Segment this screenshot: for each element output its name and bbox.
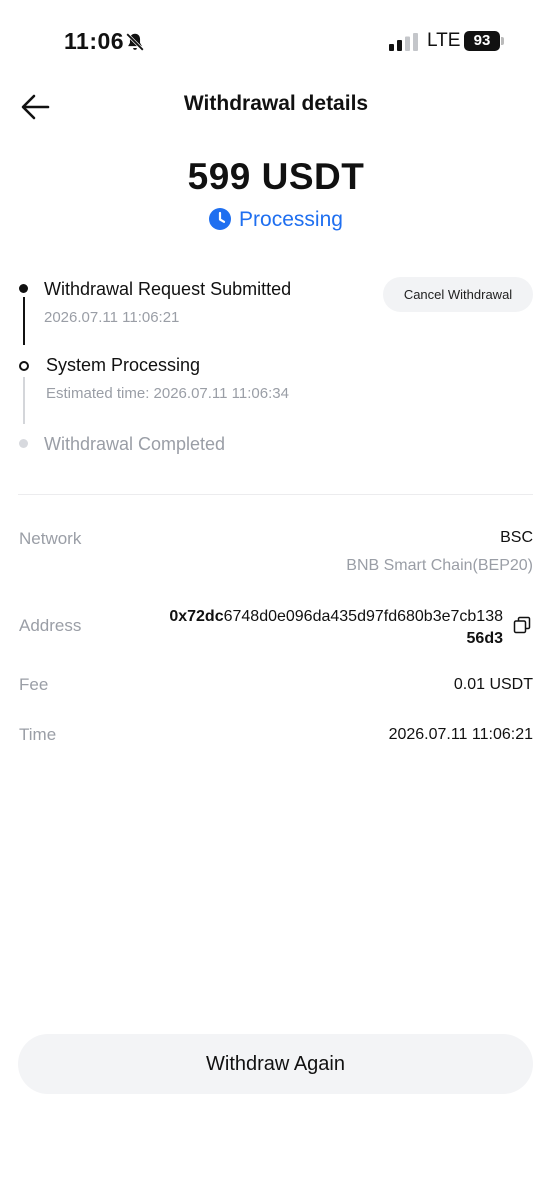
withdraw-again-button[interactable]: Withdraw Again (18, 1034, 533, 1094)
timeline-step-label: Withdrawal Completed (44, 434, 226, 454)
fee-value: 0.01 USDT (453, 676, 533, 693)
address-body: 6748d0e096da435d97fd680b3e7cb138 (223, 608, 503, 625)
network-full-name: BNB Smart Chain(BEP20) (346, 557, 533, 574)
battery-level: 93 (464, 31, 500, 51)
timeline-dot-current (19, 361, 29, 371)
timeline-step-label: System Processing (46, 355, 201, 375)
status-time: 11:06 (64, 28, 125, 54)
timeline-step-label: Withdrawal Request Submitted (44, 279, 292, 299)
timeline-connector (23, 297, 25, 345)
timeline-dot-pending (19, 439, 28, 448)
time-value: 2026.07.11 11:06:21 (388, 726, 533, 743)
withdrawal-amount: 599 USDT (187, 156, 365, 197)
network-type: LTE (427, 30, 461, 51)
address-value[interactable]: 0x72dc6748d0e096da435d97fd680b3e7cb138 56… (118, 606, 503, 650)
timeline-step-time: 2026.07.11 11:06:21 (44, 309, 180, 326)
clock-icon (209, 208, 232, 230)
battery-tip (501, 37, 504, 45)
page-title: Withdrawal details (183, 92, 369, 115)
time-label: Time (19, 725, 57, 744)
signal-strength-icon (389, 33, 418, 51)
timeline-dot-done (19, 284, 28, 293)
address-prefix: 0x72dc (169, 608, 224, 625)
timeline-connector (23, 377, 25, 424)
withdrawal-details-screen: 11:06 LTE 93 Withdrawal details 599 USDT… (0, 0, 552, 1200)
network-value: BSC (500, 529, 533, 546)
status-bar: 11:06 LTE 93 (0, 0, 552, 80)
address-tail: 56d3 (466, 630, 503, 647)
fee-label: Fee (19, 675, 49, 694)
bell-muted-icon (126, 33, 144, 51)
copy-icon[interactable] (513, 616, 531, 634)
address-label: Address (19, 616, 82, 635)
network-label: Network (19, 529, 82, 548)
divider (18, 494, 533, 495)
timeline-step-time: Estimated time: 2026.07.11 11:06:34 (46, 385, 289, 402)
cancel-withdrawal-button[interactable]: Cancel Withdrawal (383, 277, 533, 312)
status-line: Processing (0, 208, 552, 232)
status-text: Processing (239, 208, 343, 231)
